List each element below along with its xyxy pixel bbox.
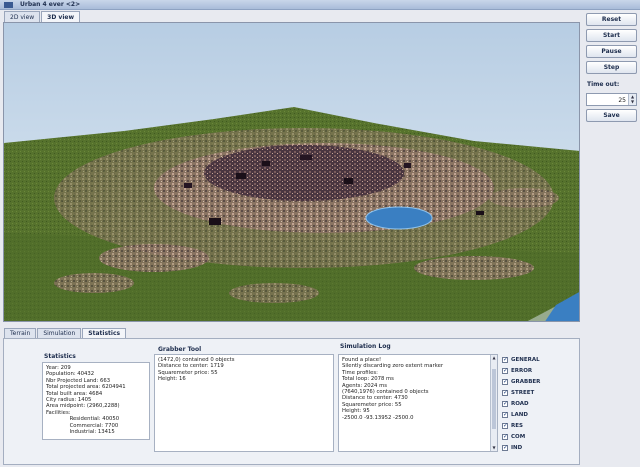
scroll-up-icon[interactable]: ▲ xyxy=(491,355,497,361)
window-title: Urban 4 ever <2> xyxy=(20,1,81,8)
tab-2d-view[interactable]: 2D view xyxy=(4,11,41,22)
start-button[interactable]: Start xyxy=(586,29,637,42)
tab-statistics[interactable]: Statistics xyxy=(82,328,127,338)
building xyxy=(344,178,353,184)
city-cluster xyxy=(229,283,319,303)
filter-error[interactable]: ERROR xyxy=(502,366,532,375)
filter-label: ERROR xyxy=(511,367,533,374)
checkbox-icon[interactable] xyxy=(502,444,508,451)
filter-label: COM xyxy=(511,433,526,440)
grabber-line: Height: 16 xyxy=(158,376,186,383)
downtown-area xyxy=(204,145,404,201)
bottom-tabs: Terrain Simulation Statistics xyxy=(4,328,127,338)
title-bar: Urban 4 ever <2> xyxy=(0,0,640,10)
timeout-label: Time out: xyxy=(587,81,620,88)
filter-label: GRABBER xyxy=(511,378,541,385)
checkbox-icon[interactable] xyxy=(502,433,508,440)
building xyxy=(300,155,312,160)
filter-label: GENERAL xyxy=(511,356,540,363)
tab-terrain[interactable]: Terrain xyxy=(4,328,37,338)
timeout-value: 25 xyxy=(618,97,626,104)
step-button[interactable]: Step xyxy=(586,61,637,74)
filter-label: RES xyxy=(511,422,523,429)
log-line: -2500.0 -93.13952 -2500.0 xyxy=(342,414,414,421)
log-scrollbar[interactable]: ▲ ▼ xyxy=(490,355,497,451)
save-button[interactable]: Save xyxy=(586,109,637,122)
filter-label: IND xyxy=(511,444,523,451)
filter-general[interactable]: GENERAL xyxy=(502,355,540,364)
checkbox-icon[interactable] xyxy=(502,400,508,407)
lake xyxy=(365,206,433,230)
building xyxy=(184,183,192,188)
filter-street[interactable]: STREET xyxy=(502,388,534,397)
terrain-scene xyxy=(4,23,579,321)
simulation-log-title: Simulation Log xyxy=(340,343,391,350)
simulation-log-output[interactable]: Found a place! Silently discarding zero … xyxy=(338,354,498,452)
filter-label: STREET xyxy=(511,389,535,396)
spinner-arrows[interactable]: ▲ ▼ xyxy=(628,94,636,105)
filter-land[interactable]: LAND xyxy=(502,410,528,419)
spinner-down-icon[interactable]: ▼ xyxy=(629,99,636,104)
grabber-output[interactable]: (1472,0) contained 0 objects Distance to… xyxy=(154,354,334,452)
scroll-down-icon[interactable]: ▼ xyxy=(491,445,497,451)
statistics-title: Statistics xyxy=(44,353,76,360)
reset-button[interactable]: Reset xyxy=(586,13,637,26)
filter-com[interactable]: COM xyxy=(502,432,525,441)
building xyxy=(236,173,246,179)
city-cluster xyxy=(489,188,559,208)
checkbox-icon[interactable] xyxy=(502,367,508,374)
scroll-thumb[interactable] xyxy=(492,369,496,429)
3d-viewport[interactable] xyxy=(3,22,580,322)
checkbox-icon[interactable] xyxy=(502,411,508,418)
filter-grabber[interactable]: GRABBER xyxy=(502,377,540,386)
city-cluster xyxy=(99,244,209,272)
filter-road[interactable]: ROAD xyxy=(502,399,529,408)
filter-res[interactable]: RES xyxy=(502,421,523,430)
checkbox-icon[interactable] xyxy=(502,378,508,385)
stat-line: Industrial: 13415 xyxy=(46,429,115,436)
city-cluster xyxy=(54,273,134,293)
tab-3d-view[interactable]: 3D view xyxy=(41,11,80,22)
checkbox-icon[interactable] xyxy=(502,389,508,396)
building xyxy=(262,161,270,166)
checkbox-icon[interactable] xyxy=(502,422,508,429)
filter-label: ROAD xyxy=(511,400,529,407)
timeout-spinner[interactable]: 25 ▲ ▼ xyxy=(586,93,637,106)
tab-simulation[interactable]: Simulation xyxy=(37,328,82,338)
statistics-panel: Statistics Year: 209 Population: 40432 N… xyxy=(3,338,580,465)
view-tabs: 2D view 3D view xyxy=(4,11,81,22)
control-sidebar: Reset Start Pause Step Time out: 25 ▲ ▼ … xyxy=(584,11,640,467)
building xyxy=(476,211,484,215)
statistics-box: Year: 209 Population: 40432 Nbr Projecte… xyxy=(42,362,150,440)
filter-ind[interactable]: IND xyxy=(502,443,522,452)
city-cluster xyxy=(414,256,534,280)
building xyxy=(404,163,411,168)
app-icon xyxy=(4,2,13,8)
checkbox-icon[interactable] xyxy=(502,356,508,363)
pause-button[interactable]: Pause xyxy=(586,45,637,58)
grabber-title: Grabber Tool xyxy=(158,346,202,353)
building xyxy=(209,218,221,225)
filter-label: LAND xyxy=(511,411,528,418)
